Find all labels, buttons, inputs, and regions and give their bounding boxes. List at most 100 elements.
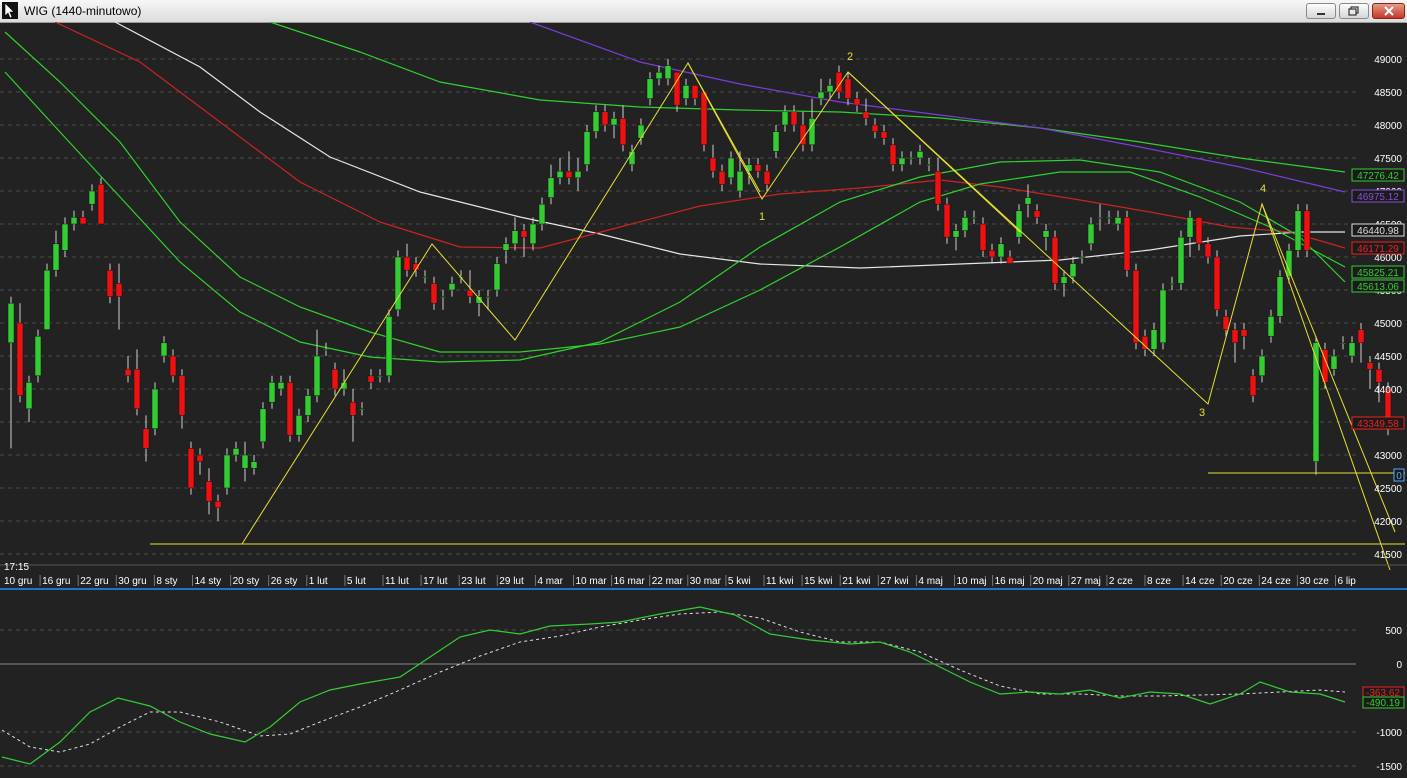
candle[interactable] xyxy=(943,197,951,244)
candle[interactable] xyxy=(448,276,456,297)
candle[interactable] xyxy=(196,448,204,475)
candle[interactable] xyxy=(1213,250,1221,317)
minimize-button[interactable] xyxy=(1306,3,1336,19)
candle[interactable] xyxy=(718,164,726,191)
candle[interactable] xyxy=(520,224,528,257)
candle[interactable] xyxy=(214,494,222,521)
candle[interactable] xyxy=(583,125,591,172)
candle[interactable] xyxy=(1114,210,1122,231)
candle[interactable] xyxy=(7,296,15,449)
candle[interactable] xyxy=(1249,369,1257,403)
candle[interactable] xyxy=(250,455,258,475)
candle[interactable] xyxy=(178,369,186,429)
candle[interactable] xyxy=(1366,356,1374,389)
candle[interactable] xyxy=(241,441,249,482)
candle[interactable] xyxy=(727,151,735,185)
candle[interactable] xyxy=(799,111,807,152)
candle[interactable] xyxy=(970,210,978,224)
candle[interactable] xyxy=(664,59,672,86)
candle[interactable] xyxy=(43,263,51,330)
candle[interactable] xyxy=(394,250,402,317)
candle[interactable] xyxy=(1303,204,1311,257)
candle[interactable] xyxy=(1042,224,1050,251)
candle[interactable] xyxy=(367,369,375,389)
candle[interactable] xyxy=(1150,323,1158,356)
candle[interactable] xyxy=(511,217,519,251)
candle[interactable] xyxy=(997,237,1005,264)
candle[interactable] xyxy=(709,144,717,178)
candle[interactable] xyxy=(376,369,384,383)
candle[interactable] xyxy=(1123,210,1131,277)
candle[interactable] xyxy=(871,118,879,139)
candle[interactable] xyxy=(1258,349,1266,383)
candle[interactable] xyxy=(502,237,510,264)
candle[interactable] xyxy=(655,65,663,86)
candle[interactable] xyxy=(556,158,564,185)
candle[interactable] xyxy=(493,257,501,297)
wave-line[interactable] xyxy=(241,62,1391,571)
candle[interactable] xyxy=(817,78,825,106)
candle[interactable] xyxy=(961,210,969,238)
candle[interactable] xyxy=(79,210,87,225)
candle[interactable] xyxy=(934,158,942,211)
candle[interactable] xyxy=(70,210,78,231)
candle[interactable] xyxy=(259,402,267,449)
candle[interactable] xyxy=(700,91,708,152)
candle[interactable] xyxy=(304,389,312,422)
candle[interactable] xyxy=(232,441,240,462)
candle[interactable] xyxy=(1168,276,1176,290)
candle[interactable] xyxy=(151,382,159,436)
candle[interactable] xyxy=(853,92,861,112)
candle[interactable] xyxy=(358,402,366,416)
candle[interactable] xyxy=(160,336,168,363)
candle[interactable] xyxy=(115,263,123,330)
candle[interactable] xyxy=(772,125,780,158)
wave-line[interactable] xyxy=(847,71,1021,233)
stock-chart[interactable]: 1234 49000485004800047500470004650046000… xyxy=(0,22,1407,778)
candle[interactable] xyxy=(979,217,987,257)
candle[interactable] xyxy=(646,72,654,106)
candle[interactable] xyxy=(925,158,933,172)
candle[interactable] xyxy=(106,263,114,304)
candle[interactable] xyxy=(682,78,690,106)
candle[interactable] xyxy=(1267,309,1275,343)
candle[interactable] xyxy=(1231,323,1239,363)
candle[interactable] xyxy=(907,151,915,165)
candle[interactable] xyxy=(889,138,897,172)
candle[interactable] xyxy=(1024,184,1032,218)
candle[interactable] xyxy=(169,349,177,383)
candle[interactable] xyxy=(286,375,294,442)
candle[interactable] xyxy=(844,72,852,106)
candle[interactable] xyxy=(331,362,339,396)
candle[interactable] xyxy=(1141,329,1149,356)
candle[interactable] xyxy=(34,329,42,383)
candle[interactable] xyxy=(1159,283,1167,350)
candle[interactable] xyxy=(862,98,870,125)
candle[interactable] xyxy=(574,158,582,191)
candle[interactable] xyxy=(781,105,789,132)
candle[interactable] xyxy=(1015,204,1023,244)
candle[interactable] xyxy=(691,85,699,106)
candle[interactable] xyxy=(349,389,357,442)
candle[interactable] xyxy=(790,105,798,132)
candle[interactable] xyxy=(1357,323,1365,363)
candle[interactable] xyxy=(1096,204,1104,231)
candle[interactable] xyxy=(322,342,330,356)
candle[interactable] xyxy=(25,375,33,422)
candle[interactable] xyxy=(295,408,303,442)
candle[interactable] xyxy=(952,224,960,251)
candle[interactable] xyxy=(466,270,474,304)
candle[interactable] xyxy=(1339,336,1347,350)
candle[interactable] xyxy=(403,243,411,277)
candle[interactable] xyxy=(1078,250,1086,264)
candle[interactable] xyxy=(754,158,762,178)
candle[interactable] xyxy=(97,177,105,225)
close-button[interactable] xyxy=(1372,3,1405,19)
candle[interactable] xyxy=(1348,336,1356,363)
restore-button[interactable] xyxy=(1339,3,1369,19)
candle[interactable] xyxy=(1321,342,1329,389)
candle[interactable] xyxy=(988,243,996,264)
candle[interactable] xyxy=(412,257,420,277)
candle[interactable] xyxy=(385,309,393,383)
candle[interactable] xyxy=(1006,250,1014,264)
